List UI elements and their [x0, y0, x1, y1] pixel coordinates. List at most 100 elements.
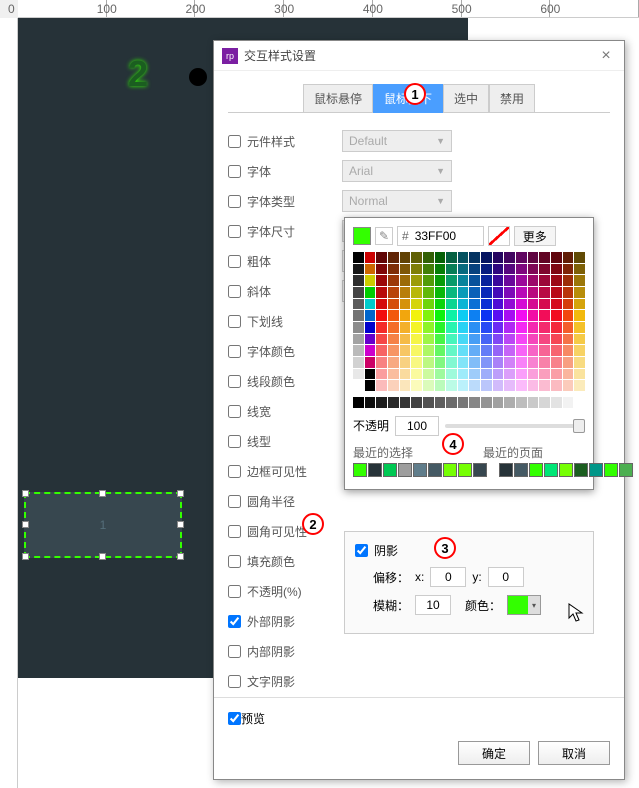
recent-swatch[interactable] — [443, 463, 457, 477]
eyedropper-icon[interactable]: ✎ — [375, 227, 393, 245]
blur-label: 模糊： — [373, 597, 409, 614]
recent-colors[interactable] — [353, 463, 487, 477]
opacity-input[interactable] — [395, 416, 439, 436]
recent-swatch[interactable] — [353, 463, 367, 477]
prop-row: 圆角半径 — [228, 487, 610, 515]
prop-label: 字体颜色 — [247, 343, 342, 360]
dropdown[interactable]: Arial▼ — [342, 160, 452, 182]
prop-checkbox[interactable] — [228, 645, 241, 658]
resize-handle[interactable] — [99, 490, 106, 497]
resize-handle[interactable] — [99, 553, 106, 560]
recent-swatch[interactable] — [413, 463, 427, 477]
prop-checkbox[interactable] — [228, 375, 241, 388]
grayscale-row[interactable] — [353, 397, 585, 408]
resize-handle[interactable] — [22, 553, 29, 560]
hash-label: # — [398, 229, 413, 243]
current-color-swatch — [353, 227, 371, 245]
ruler-mark: 500 — [452, 2, 472, 16]
annotation-2: 2 — [302, 513, 324, 535]
opacity-slider[interactable] — [445, 424, 585, 428]
cancel-button[interactable]: 取消 — [538, 741, 610, 765]
shadow-color-button[interactable]: ▾ — [507, 595, 541, 615]
dropdown-icon: ▾ — [528, 596, 540, 614]
recent-swatch[interactable] — [559, 463, 573, 477]
prop-checkbox[interactable] — [228, 315, 241, 328]
titlebar[interactable]: rp 交互样式设置 × — [214, 41, 624, 71]
prop-checkbox[interactable] — [228, 675, 241, 688]
recent-swatch[interactable] — [428, 463, 442, 477]
recent-swatch[interactable] — [574, 463, 588, 477]
recent-swatch[interactable] — [473, 463, 487, 477]
x-label: x: — [415, 570, 424, 584]
blur-input[interactable] — [415, 595, 451, 615]
prop-checkbox[interactable] — [228, 615, 241, 628]
recent-swatch[interactable] — [514, 463, 528, 477]
prop-label: 字体尺寸 — [247, 223, 342, 240]
recent-swatch[interactable] — [529, 463, 543, 477]
recent-swatch[interactable] — [368, 463, 382, 477]
prop-checkbox[interactable] — [228, 525, 241, 538]
selected-widget[interactable]: 1 — [24, 492, 182, 558]
ruler-mark: 400 — [363, 2, 383, 16]
preview-checkbox[interactable] — [228, 712, 241, 725]
recent-swatch[interactable] — [383, 463, 397, 477]
recent-swatch[interactable] — [589, 463, 603, 477]
offset-x-input[interactable] — [430, 567, 466, 587]
prop-checkbox[interactable] — [228, 225, 241, 238]
prop-checkbox[interactable] — [228, 135, 241, 148]
preview-label: 预览 — [241, 710, 265, 727]
recent-swatch[interactable] — [499, 463, 513, 477]
dot-shape[interactable] — [189, 68, 207, 86]
widget-label: 1 — [100, 518, 107, 532]
prop-checkbox[interactable] — [228, 555, 241, 568]
ruler-mark: 200 — [185, 2, 205, 16]
prop-row: 内部阴影 — [228, 637, 610, 665]
dropdown[interactable]: Normal▼ — [342, 190, 452, 212]
recent-swatch[interactable] — [604, 463, 618, 477]
slider-thumb[interactable] — [573, 419, 585, 433]
annotation-1: 1 — [404, 83, 426, 105]
shadow-enable-checkbox[interactable] — [355, 544, 368, 557]
prop-checkbox[interactable] — [228, 345, 241, 358]
prop-checkbox[interactable] — [228, 465, 241, 478]
prop-checkbox[interactable] — [228, 255, 241, 268]
resize-handle[interactable] — [177, 521, 184, 528]
recent-swatch[interactable] — [619, 463, 633, 477]
color-grid[interactable] — [353, 252, 585, 391]
recent-swatch[interactable] — [398, 463, 412, 477]
ok-button[interactable]: 确定 — [458, 741, 530, 765]
interaction-style-dialog: rp 交互样式设置 × 鼠标悬停 鼠标按下 选中 禁用 元件样式Default▼… — [213, 40, 625, 780]
prop-checkbox[interactable] — [228, 195, 241, 208]
hex-input[interactable] — [413, 227, 483, 245]
prop-label: 下划线 — [247, 313, 342, 330]
resize-handle[interactable] — [22, 490, 29, 497]
recent-page-colors[interactable] — [499, 463, 633, 477]
recent-swatch[interactable] — [544, 463, 558, 477]
prop-checkbox[interactable] — [228, 495, 241, 508]
no-color-icon[interactable] — [488, 226, 510, 246]
prop-label: 内部阴影 — [247, 643, 342, 660]
glow-number: 2 — [128, 53, 148, 95]
prop-row: 字体类型Normal▼ — [228, 187, 610, 215]
prop-checkbox[interactable] — [228, 285, 241, 298]
prop-checkbox[interactable] — [228, 585, 241, 598]
resize-handle[interactable] — [177, 553, 184, 560]
prop-checkbox[interactable] — [228, 435, 241, 448]
prop-label: 外部阴影 — [247, 613, 342, 630]
more-colors-button[interactable]: 更多 — [514, 226, 556, 246]
prop-checkbox[interactable] — [228, 165, 241, 178]
resize-handle[interactable] — [22, 521, 29, 528]
prop-label: 圆角半径 — [247, 493, 342, 510]
hex-input-wrap: # — [397, 226, 484, 246]
prop-checkbox[interactable] — [228, 405, 241, 418]
close-icon[interactable]: × — [596, 46, 616, 66]
resize-handle[interactable] — [177, 490, 184, 497]
recent-swatch[interactable] — [458, 463, 472, 477]
prop-label: 斜体 — [247, 283, 342, 300]
prop-label: 边框可见性 — [247, 463, 342, 480]
tab-disabled[interactable]: 禁用 — [489, 84, 535, 113]
tab-mouseover[interactable]: 鼠标悬停 — [303, 84, 373, 113]
offset-y-input[interactable] — [488, 567, 524, 587]
tab-selected[interactable]: 选中 — [443, 84, 489, 113]
dropdown[interactable]: Default▼ — [342, 130, 452, 152]
